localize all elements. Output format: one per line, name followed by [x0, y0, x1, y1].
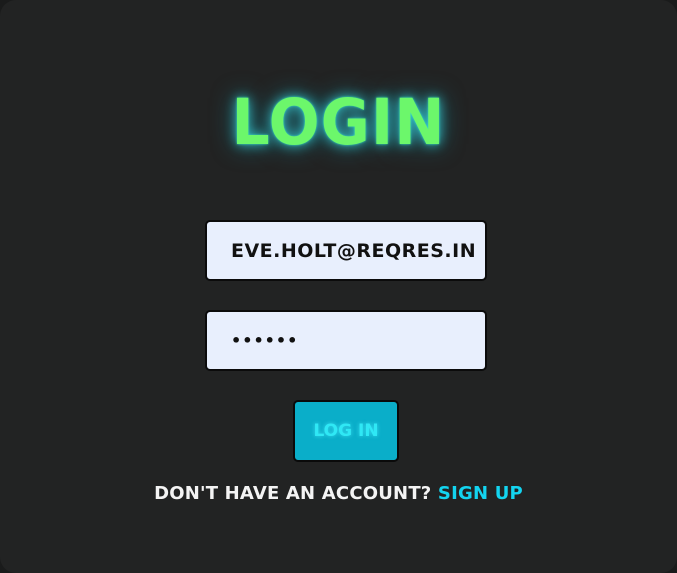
- signup-prompt-text: DON'T HAVE AN ACCOUNT?: [154, 483, 432, 504]
- password-input[interactable]: [205, 310, 487, 371]
- signup-prompt: DON'T HAVE AN ACCOUNT? SIGN UP: [0, 481, 677, 507]
- email-input[interactable]: [205, 220, 487, 281]
- login-button[interactable]: LOG IN: [293, 400, 399, 462]
- page-title: LOGIN: [231, 86, 446, 160]
- signup-link[interactable]: SIGN UP: [438, 483, 523, 504]
- login-card: LOGIN LOG IN DON'T HAVE AN ACCOUNT? SIGN…: [0, 0, 677, 573]
